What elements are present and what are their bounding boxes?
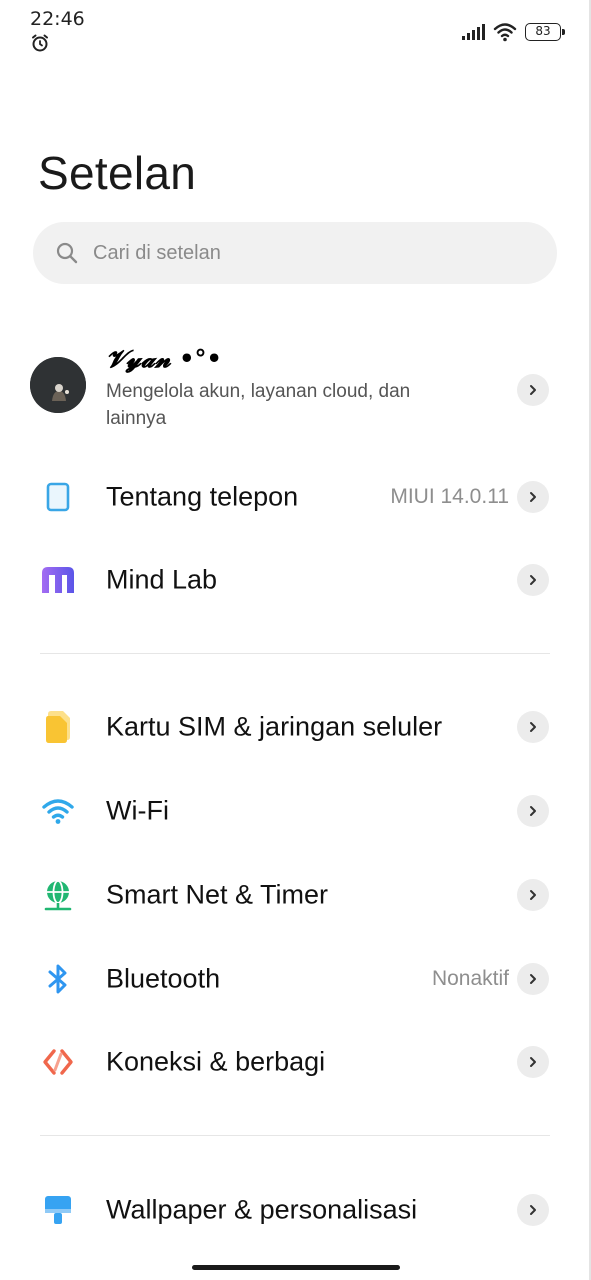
chevron-right-icon [517, 963, 549, 995]
alarm-icon [32, 34, 48, 52]
settings-item-mind-lab[interactable]: Mind Lab [0, 540, 591, 620]
search-input[interactable] [93, 222, 533, 284]
settings-item-value: Nonaktif [431, 967, 509, 990]
mind-lab-icon [40, 562, 76, 598]
chevron-right-icon [517, 795, 549, 827]
settings-item-connection-sharing[interactable]: Koneksi & berbagi [0, 1022, 591, 1102]
settings-item-sim-card[interactable]: Kartu SIM & jaringan seluler [0, 687, 591, 767]
settings-item-smart-net[interactable]: Smart Net & Timer [0, 855, 591, 935]
settings-item-label: Kartu SIM & jaringan seluler [106, 711, 443, 742]
share-connection-icon [40, 1044, 76, 1080]
settings-item-bluetooth[interactable]: Bluetooth Nonaktif [0, 939, 591, 1019]
avatar-image [30, 357, 86, 413]
settings-item-label: Wallpaper & personalisasi [106, 1194, 418, 1225]
status-icons: 83 [461, 20, 565, 44]
search-bar[interactable] [33, 222, 557, 284]
globe-icon [40, 877, 76, 913]
section-divider [40, 653, 550, 654]
avatar [30, 357, 86, 413]
search-icon [56, 242, 78, 264]
wifi-icon [40, 793, 76, 829]
account-subtitle: Mengelola akun, layanan cloud, dan lainn… [106, 381, 411, 429]
battery-icon: 83 [525, 23, 565, 41]
chevron-right-icon [517, 564, 549, 596]
account-row[interactable]: 𝓥𝔂𝓪𝓷 •°• Mengelola akun, layanan cloud, … [0, 340, 591, 440]
chevron-right-icon [517, 879, 549, 911]
settings-item-label: Tentang telepon [106, 481, 299, 512]
settings-item-label: Mind Lab [106, 564, 218, 595]
chevron-right-icon [517, 1046, 549, 1078]
status-time: 22:46 [30, 8, 85, 30]
settings-item-label: Koneksi & berbagi [106, 1046, 326, 1077]
home-indicator[interactable] [192, 1265, 400, 1270]
chevron-right-icon [517, 711, 549, 743]
settings-item-value: MIUI 14.0.11 [390, 485, 509, 508]
sim-card-icon [40, 709, 76, 745]
page-title: Setelan [38, 147, 197, 199]
chevron-right-icon [517, 1194, 549, 1226]
signal-icon [462, 24, 485, 40]
chevron-right-icon [517, 481, 549, 513]
chevron-right-icon [517, 374, 549, 406]
paintbrush-icon [40, 1192, 76, 1228]
settings-item-label: Wi-Fi [106, 795, 169, 826]
settings-item-label: Bluetooth [106, 963, 221, 994]
account-name: 𝓥𝔂𝓪𝓷 •°• [106, 344, 222, 373]
settings-item-label: Smart Net & Timer [106, 879, 329, 910]
section-divider [40, 1135, 550, 1136]
wifi-status-icon [493, 23, 517, 42]
bluetooth-icon [40, 961, 76, 997]
status-bar: 22:46 83 [0, 0, 591, 60]
settings-item-wifi[interactable]: Wi-Fi [0, 771, 591, 851]
settings-screen: 22:46 83 Setelan Cari di setelan 𝓥𝔂𝓪𝓷 •°… [0, 0, 591, 1280]
phone-icon [40, 479, 76, 515]
settings-item-about-phone[interactable]: Tentang telepon MIUI 14.0.11 [0, 457, 591, 537]
settings-item-wallpaper[interactable]: Wallpaper & personalisasi [0, 1170, 591, 1250]
